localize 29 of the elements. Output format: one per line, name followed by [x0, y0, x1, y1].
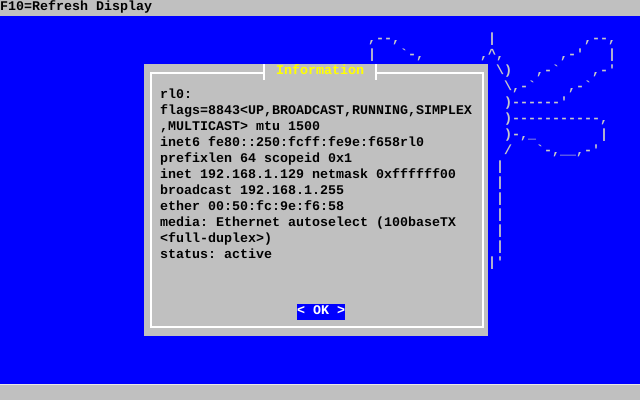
info-line: flags=8843<UP,BROADCAST,RUNNING,SIMPLEX	[160, 104, 473, 120]
ascii-art-line: |	[494, 160, 504, 176]
ascii-art-line: )-----------,	[502, 112, 608, 128]
ascii-art-line: \) ,-` ,-'	[494, 64, 616, 80]
ascii-art-line: |	[494, 192, 504, 208]
ascii-art-line: | `-, ,^, ,-' |	[368, 48, 616, 64]
info-line: prefixlen 64 scopeid 0x1	[160, 152, 353, 168]
info-line: status: active	[160, 248, 273, 264]
ascii-art-line: |	[494, 240, 504, 256]
ascii-art-line: / `-,__,-'	[502, 144, 600, 160]
ascii-art-line: |	[494, 224, 504, 240]
info-line: inet 192.168.1.129 netmask 0xffffff00	[160, 168, 457, 184]
dialog-title: Information	[263, 64, 377, 80]
ascii-art-line: |	[494, 208, 504, 224]
ascii-art-line: |	[494, 176, 504, 192]
ascii-art-line: ,--, | ,--,	[368, 32, 616, 48]
info-line: media: Ethernet autoselect (100baseTX	[160, 216, 457, 232]
info-line: broadcast 192.168.1.255	[160, 184, 345, 200]
ascii-art-line: \,-` ,-`	[502, 80, 592, 96]
key-hint: F10=Refresh Display	[0, 0, 152, 15]
info-line: inet6 fe80::250:fcff:fe9e:f658rl0	[160, 136, 425, 152]
ascii-art-line: )------'	[502, 96, 568, 112]
info-line: ether 00:50:fc:9e:f6:58	[160, 200, 345, 216]
ascii-art-line: )-,_ |	[502, 128, 608, 144]
ok-button[interactable]: < OK >	[297, 304, 345, 320]
ascii-art-line: |'	[488, 256, 504, 272]
info-line: rl0:	[160, 88, 193, 104]
info-line: ,MULTICAST> mtu 1500	[160, 120, 321, 136]
info-line: <full-duplex>)	[160, 232, 273, 248]
